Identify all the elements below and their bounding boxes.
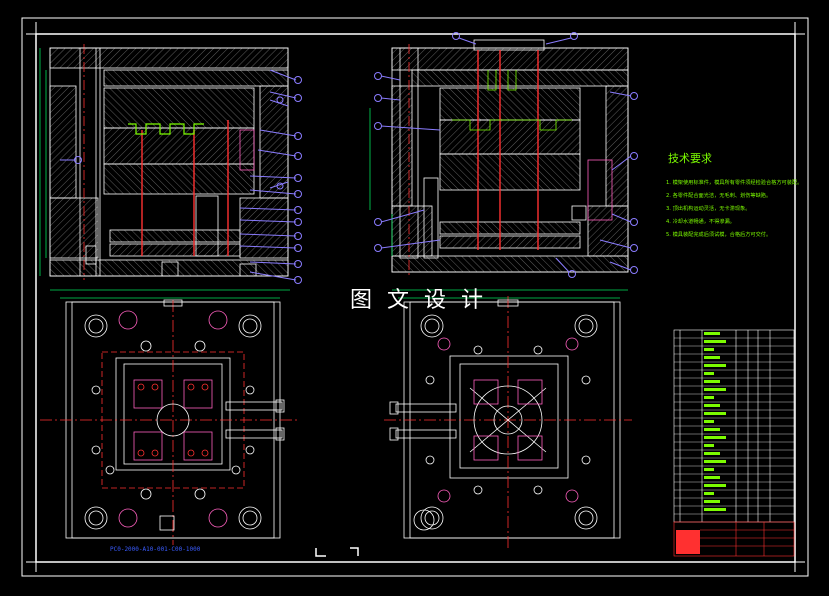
bom-row-entry xyxy=(704,332,720,335)
corner-marks xyxy=(315,547,359,557)
bom-rows xyxy=(674,332,794,515)
tech-requirements-title: 技术要求 xyxy=(668,152,712,165)
watermark-text: 图 文 设 计 xyxy=(350,288,487,313)
bom-row-entry xyxy=(704,428,720,431)
mold-assembly-drawing: PC0-2000-A10-001-C00-1000 图 文 设 计 技术要求 1… xyxy=(21,17,809,577)
bom-row-entry xyxy=(704,420,714,423)
bom-row-entry xyxy=(704,444,714,447)
bom-row-entry xyxy=(704,476,720,479)
bottom-note: PC0-2000-A10-001-C00-1000 xyxy=(110,546,201,553)
tech-requirements-list: 1. 模架使用标准件，模具所有零件须经检验合格方可装配。 2. 各零件配合面光洁，… xyxy=(666,178,802,238)
bom-row-entry xyxy=(704,348,714,351)
bom-row-entry xyxy=(704,452,720,455)
section-view-left xyxy=(39,44,289,280)
bom-row-entry xyxy=(704,484,726,487)
plan-view-left xyxy=(40,289,300,545)
bom-row-entry xyxy=(704,380,720,383)
bom-row-entry xyxy=(704,396,714,399)
tech-requirement-item: 3. 顶出机构运动灵活，无卡滞现象。 xyxy=(666,204,750,212)
bom-row-entry xyxy=(704,468,714,471)
tech-requirement-item: 4. 冷却水道畅通，不得渗漏。 xyxy=(666,217,735,225)
tech-requirement-item: 1. 模架使用标准件，模具所有零件须经检验合格方可装配。 xyxy=(666,178,802,186)
bom-row-entry xyxy=(704,460,726,463)
bom-row-entry xyxy=(704,508,726,511)
bom-row-entry xyxy=(704,364,726,367)
tech-requirement-item: 5. 模具装配完成后须试模，合格后方可交付。 xyxy=(666,230,771,238)
bom-row-entry xyxy=(704,492,714,495)
bom-row-entry xyxy=(704,404,720,407)
bill-of-materials xyxy=(673,329,795,557)
bom-row-entry xyxy=(704,356,720,359)
bom-row-entry xyxy=(704,372,714,375)
bom-row-entry xyxy=(704,500,720,503)
bom-row-entry xyxy=(704,412,726,415)
bom-row-entry xyxy=(704,388,726,391)
plan-view-right xyxy=(384,289,632,548)
bom-row-entry xyxy=(704,436,726,439)
bom-row-entry xyxy=(704,340,726,343)
tech-requirement-item: 2. 各零件配合面光洁，无毛刺、划伤等缺陷。 xyxy=(666,191,771,199)
section-view-right xyxy=(369,39,629,276)
